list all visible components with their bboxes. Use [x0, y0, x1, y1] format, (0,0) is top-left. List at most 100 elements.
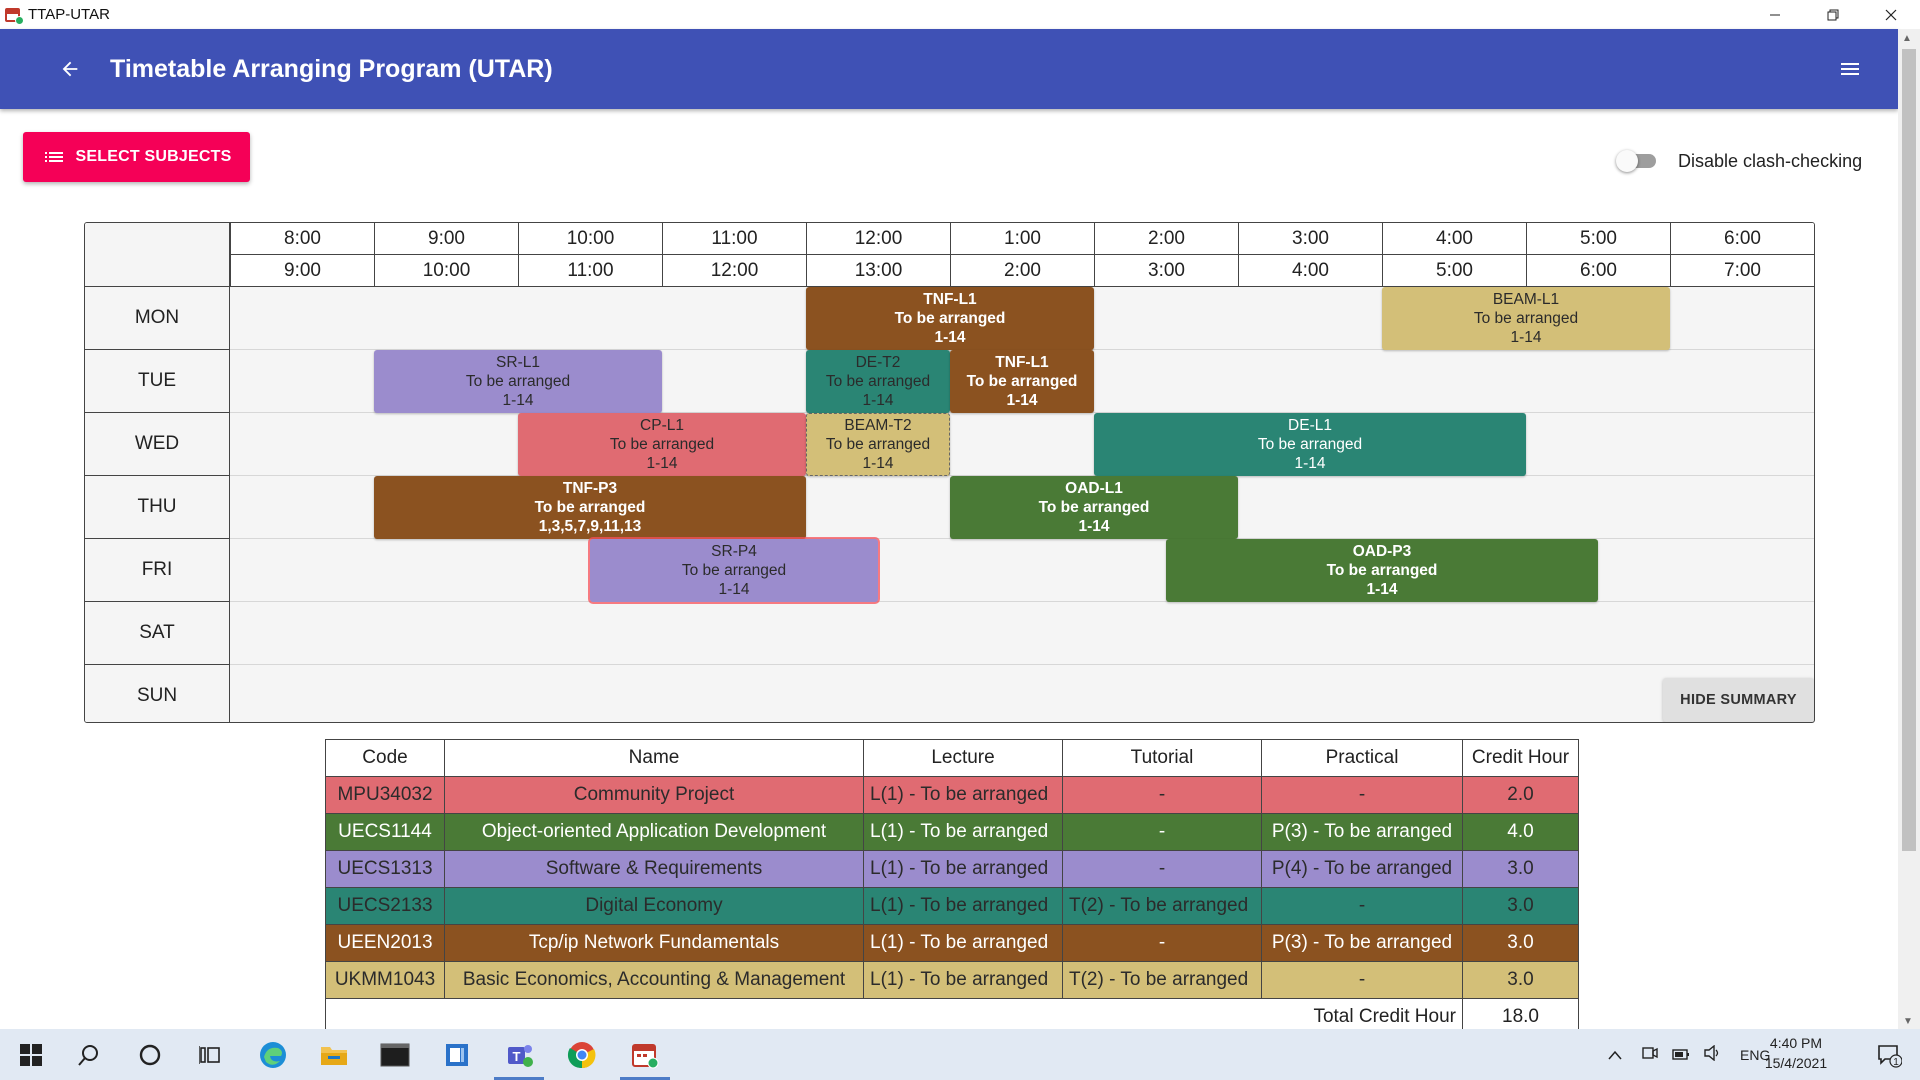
summary-credit-cell: 3.0: [1462, 924, 1579, 962]
day-label: THU: [85, 476, 230, 539]
slot-code: OAD-P3: [1352, 543, 1412, 560]
class-slot[interactable]: OAD-P3 To be arranged 1-14: [1166, 539, 1598, 602]
summary-row[interactable]: UECS1313 Software & Requirements L(1) - To…: [325, 850, 1579, 888]
svg-text:T: T: [513, 1049, 521, 1064]
summary-row[interactable]: UKMM1043 Basic Economics, Accounting & Ma…: [325, 961, 1579, 999]
vertical-scrollbar[interactable]: ▲ ▼: [1898, 29, 1920, 1029]
camera-icon: [1642, 1047, 1658, 1059]
class-slot[interactable]: CP-L1 To be arranged 1-14: [518, 413, 806, 476]
battery-icon[interactable]: [1672, 1047, 1690, 1063]
summary-row[interactable]: UEEN2013 Tcp/ip Network Fundamentals L(1) …: [325, 924, 1579, 962]
close-button[interactable]: [1862, 0, 1920, 29]
scroll-up-icon[interactable]: ▲: [1902, 33, 1912, 44]
time-header-start: 12:00: [806, 223, 950, 255]
summary-name-cell: Digital Economy: [444, 887, 864, 925]
notepad-app-icon: [446, 1043, 468, 1066]
volume-icon[interactable]: [1704, 1044, 1722, 1064]
taskbar-clock[interactable]: 4:40 PM 15/4/2021: [1755, 1033, 1837, 1073]
taskbar-terminal[interactable]: [366, 1029, 424, 1080]
clock-date: 15/4/2021: [1764, 1055, 1828, 1071]
slot-venue: To be arranged: [681, 562, 787, 579]
taskbar-edge[interactable]: [244, 1029, 302, 1080]
cortana-button[interactable]: [121, 1029, 179, 1080]
select-subjects-button[interactable]: SELECT SUBJECTS: [23, 132, 250, 182]
slot-venue: To be arranged: [465, 373, 571, 390]
slot-weeks: 1-14: [1078, 518, 1110, 535]
slot-code: DE-L1: [1288, 417, 1332, 434]
window-title: TTAP-UTAR: [28, 6, 110, 23]
summary-name-cell: Software & Requirements: [444, 850, 864, 888]
action-center-button[interactable]: 1: [1860, 1029, 1918, 1080]
terminal-icon: [380, 1043, 410, 1066]
class-slot[interactable]: BEAM-L1 To be arranged 1-14: [1382, 287, 1670, 350]
slot-weeks: 1-14: [502, 392, 534, 409]
list-icon: [44, 152, 63, 162]
summary-row[interactable]: MPU34032 Community Project L(1) - To be ar…: [325, 776, 1579, 814]
taskbar-chrome[interactable]: [553, 1029, 611, 1080]
taskbar-notepad-app[interactable]: [428, 1029, 486, 1080]
show-hidden-icons-icon[interactable]: [1608, 1047, 1622, 1063]
clash-checking-toggle[interactable]: [1616, 150, 1662, 172]
slot-venue: To be arranged: [825, 436, 931, 453]
taskbar-ttap-app[interactable]: [616, 1029, 674, 1080]
summary-credit-cell: 4.0: [1462, 813, 1579, 851]
time-header-end: 7:00: [1670, 255, 1814, 287]
time-header-end: 5:00: [1382, 255, 1526, 287]
chrome-icon: [567, 1041, 596, 1068]
slot-venue: To be arranged: [1038, 499, 1150, 516]
summary-tutorial-cell: -: [1062, 813, 1262, 851]
notification-icon: 1: [1878, 1044, 1902, 1068]
summary-row[interactable]: UECS1144 Object-oriented Application Deve…: [325, 813, 1579, 851]
slot-weeks: 1-14: [1006, 392, 1038, 409]
day-label: MON: [85, 287, 230, 350]
time-header-start: 6:00: [1670, 223, 1814, 255]
toggle-thumb: [1616, 150, 1638, 172]
class-slot[interactable]: BEAM-T2 To be arranged 1-14: [806, 413, 950, 476]
slot-venue: To be arranged: [534, 499, 646, 516]
summary-code-cell: MPU34032: [325, 776, 445, 814]
scroll-down-icon[interactable]: ▼: [1903, 1016, 1913, 1027]
class-slot[interactable]: SR-L1 To be arranged 1-14: [374, 350, 662, 413]
class-slot[interactable]: DE-T2 To be arranged 1-14: [806, 350, 950, 413]
time-header-start: 2:00: [1094, 223, 1238, 255]
slot-venue: To be arranged: [825, 373, 931, 390]
slot-code: TNF-L1: [995, 354, 1049, 371]
time-header-end: 10:00: [374, 255, 518, 287]
start-button[interactable]: [2, 1029, 60, 1080]
time-header-start: 5:00: [1526, 223, 1670, 255]
summary-practical-cell: P(4) - To be arranged: [1261, 850, 1463, 888]
minimize-button[interactable]: [1746, 0, 1804, 29]
summary-header-cell: Code: [325, 739, 445, 777]
class-slot[interactable]: SR-P4 To be arranged 1-14: [590, 539, 878, 602]
slot-venue: To be arranged: [1473, 310, 1579, 327]
menu-button[interactable]: [1830, 49, 1870, 89]
taskbar-file-explorer[interactable]: [305, 1029, 363, 1080]
summary-header-cell: Practical: [1261, 739, 1463, 777]
system-tray: ENG: [1608, 1029, 1770, 1080]
scrollbar-thumb[interactable]: [1902, 49, 1916, 851]
summary-lecture-cell: L(1) - To be arranged: [863, 961, 1063, 999]
class-slot[interactable]: TNF-P3 To be arranged 1,3,5,7,9,11,13: [374, 476, 806, 539]
class-slot[interactable]: OAD-L1 To be arranged 1-14: [950, 476, 1238, 539]
class-slot[interactable]: TNF-L1 To be arranged 1-14: [806, 287, 1094, 350]
slot-code: BEAM-L1: [1492, 291, 1560, 308]
class-slot[interactable]: TNF-L1 To be arranged 1-14: [950, 350, 1094, 413]
clash-checking-label: Disable clash-checking: [1678, 151, 1863, 171]
summary-name-cell: Object-oriented Application Development: [444, 813, 864, 851]
restore-button[interactable]: [1804, 0, 1862, 29]
class-slot[interactable]: DE-L1 To be arranged 1-14: [1094, 413, 1526, 476]
hide-summary-button[interactable]: HIDE SUMMARY: [1663, 678, 1814, 722]
summary-practical-cell: -: [1261, 776, 1463, 814]
ttap-app-icon: [632, 1043, 659, 1068]
minimize-icon: [1770, 14, 1780, 15]
meet-now-icon[interactable]: [1642, 1045, 1658, 1064]
back-button[interactable]: [40, 39, 100, 99]
taskbar-search-button[interactable]: [60, 1029, 118, 1080]
task-view-button[interactable]: [181, 1029, 239, 1080]
summary-row[interactable]: UECS2133 Digital Economy L(1) - To be arra…: [325, 887, 1579, 925]
summary-lecture-cell: L(1) - To be arranged: [863, 776, 1063, 814]
taskbar-teams[interactable]: T: [490, 1029, 548, 1080]
summary-lecture-cell: L(1) - To be arranged: [863, 850, 1063, 888]
search-icon: [78, 1044, 98, 1066]
time-header-start: 3:00: [1238, 223, 1382, 255]
